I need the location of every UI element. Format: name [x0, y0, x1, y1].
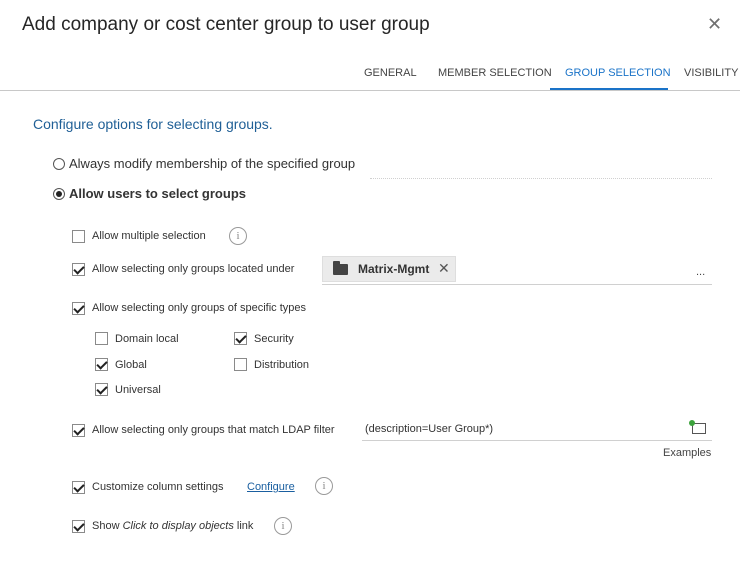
multiple-selection-label[interactable]: Allow multiple selection — [92, 230, 206, 242]
divider — [370, 178, 712, 179]
global-checkbox[interactable] — [95, 358, 108, 371]
distribution-label[interactable]: Distribution — [254, 359, 309, 371]
show-link-label[interactable]: Show Click to display objects link — [92, 520, 253, 532]
info-icon[interactable]: i — [274, 517, 292, 535]
multiple-selection-checkbox[interactable] — [72, 230, 85, 243]
security-label[interactable]: Security — [254, 333, 294, 345]
show-link-suffix: link — [233, 520, 254, 532]
examples-link[interactable]: Examples — [663, 447, 711, 459]
ldap-filter-underline — [362, 440, 712, 441]
customize-columns-checkbox[interactable] — [72, 481, 85, 494]
ldap-filter-checkbox[interactable] — [72, 424, 85, 437]
universal-label[interactable]: Universal — [115, 384, 161, 396]
filter-builder-icon[interactable] — [689, 420, 706, 434]
tab-general[interactable]: GENERAL — [364, 67, 417, 79]
info-icon[interactable]: i — [229, 227, 247, 245]
section-title: Configure options for selecting groups. — [33, 116, 273, 132]
browse-button[interactable]: ... — [696, 266, 705, 278]
domain-local-checkbox[interactable] — [95, 332, 108, 345]
tabs-divider — [0, 90, 740, 91]
tab-visibility[interactable]: VISIBILITY — [684, 67, 738, 79]
tab-group-selection[interactable]: GROUP SELECTION — [565, 67, 671, 79]
ldap-filter-label[interactable]: Allow selecting only groups that match L… — [92, 424, 335, 436]
tab-member-selection[interactable]: MEMBER SELECTION — [438, 67, 552, 79]
configure-link[interactable]: Configure — [247, 481, 295, 493]
customize-columns-label[interactable]: Customize column settings — [92, 481, 223, 493]
remove-container-icon[interactable]: ✕ — [438, 260, 450, 277]
container-chip: Matrix-Mgmt ✕ — [322, 256, 456, 282]
always-modify-radio[interactable] — [53, 158, 65, 170]
located-under-label[interactable]: Allow selecting only groups located unde… — [92, 263, 294, 275]
universal-checkbox[interactable] — [95, 383, 108, 396]
show-link-prefix: Show — [92, 520, 123, 532]
folder-icon — [333, 261, 348, 275]
allow-select-label[interactable]: Allow users to select groups — [69, 186, 246, 201]
always-modify-label[interactable]: Always modify membership of the specifie… — [69, 156, 355, 171]
container-field-underline — [322, 284, 712, 285]
close-icon[interactable]: ✕ — [707, 14, 722, 34]
distribution-checkbox[interactable] — [234, 358, 247, 371]
container-name: Matrix-Mgmt — [358, 262, 430, 276]
show-link-checkbox[interactable] — [72, 520, 85, 533]
specific-types-checkbox[interactable] — [72, 302, 85, 315]
security-checkbox[interactable] — [234, 332, 247, 345]
allow-select-radio[interactable] — [53, 188, 65, 200]
located-under-checkbox[interactable] — [72, 263, 85, 276]
show-link-italic: Click to display objects — [122, 520, 234, 532]
global-label[interactable]: Global — [115, 359, 147, 371]
specific-types-label[interactable]: Allow selecting only groups of specific … — [92, 302, 306, 314]
domain-local-label[interactable]: Domain local — [115, 333, 179, 345]
dialog-title: Add company or cost center group to user… — [22, 14, 430, 35]
info-icon[interactable]: i — [315, 477, 333, 495]
ldap-filter-input[interactable]: (description=User Group*) — [365, 423, 493, 435]
